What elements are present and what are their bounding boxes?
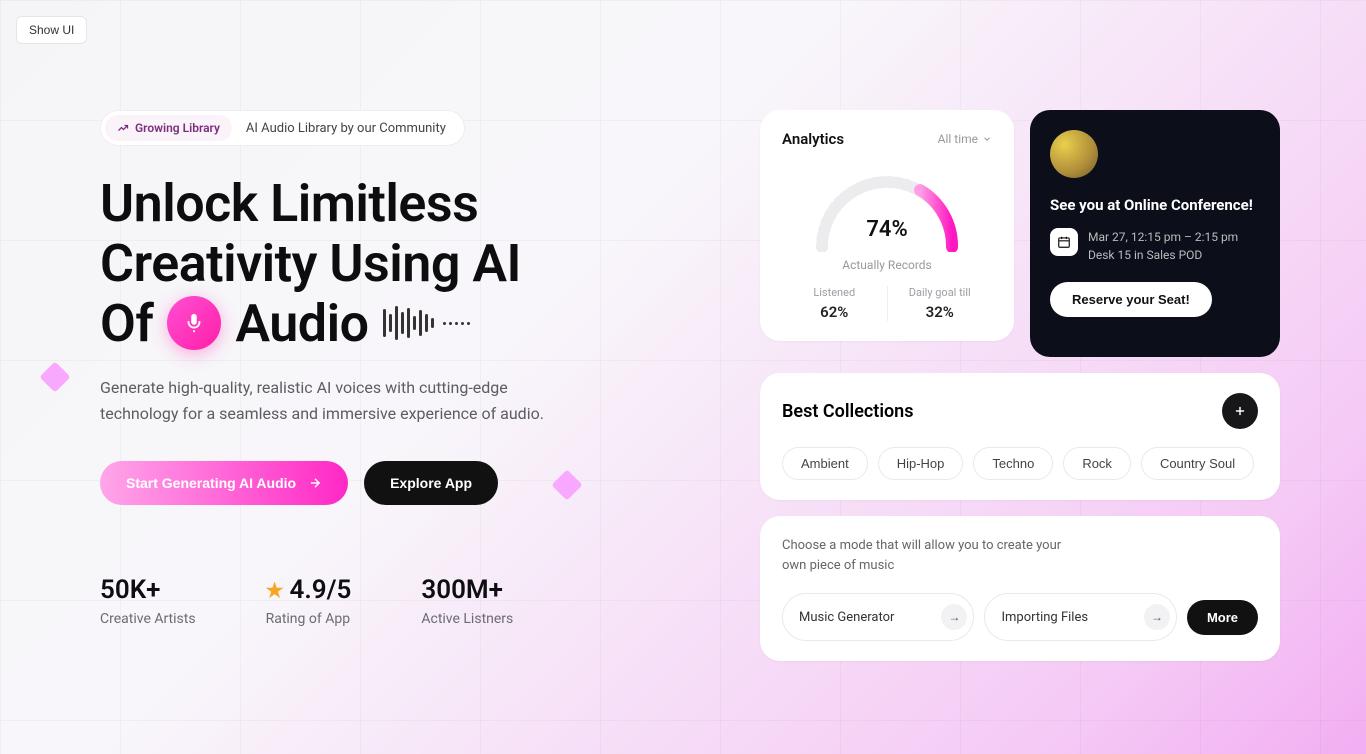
subtext: Generate high-quality, realistic AI voic… — [100, 375, 580, 426]
reserve-seat-button[interactable]: Reserve your Seat! — [1050, 282, 1212, 317]
decoration-diamond — [39, 361, 70, 392]
tag-techno[interactable]: Techno — [973, 447, 1053, 480]
calendar-icon — [1050, 228, 1078, 256]
stat-rating: ★4.9/5 Rating of App — [266, 575, 352, 627]
stat-listeners: 300M+ Active Listners — [421, 575, 513, 627]
mic-icon — [167, 296, 221, 350]
stat-artists: 50K+ Creative Artists — [100, 575, 196, 627]
show-ui-button[interactable]: Show UI — [16, 16, 87, 44]
collections-card: Best Collections Ambient Hip-Hop Techno … — [760, 373, 1280, 500]
chevron-down-icon — [982, 134, 992, 144]
mode-card: Choose a mode that will allow you to cre… — [760, 516, 1280, 661]
mode-music-generator[interactable]: Music Generator → — [782, 593, 974, 641]
arrow-right-icon: → — [941, 604, 967, 630]
conference-datetime: Mar 27, 12:15 pm – 2:15 pm — [1088, 228, 1238, 246]
more-modes-button[interactable]: More — [1187, 600, 1258, 635]
library-pill[interactable]: Growing Library AI Audio Library by our … — [100, 110, 465, 146]
conference-card: See you at Online Conference! Mar 27, 12… — [1030, 110, 1280, 357]
arrow-right-icon: → — [1144, 604, 1170, 630]
tag-country-soul[interactable]: Country Soul — [1141, 447, 1254, 480]
pill-text: AI Audio Library by our Community — [232, 121, 460, 136]
collections-title: Best Collections — [782, 401, 913, 422]
star-icon: ★ — [266, 578, 284, 602]
analytics-title: Analytics — [782, 130, 844, 148]
mini-stat-daily-goal: Daily goal till 32% — [887, 286, 993, 321]
analytics-card: Analytics All time 74% Actually Records — [760, 110, 1014, 341]
tag-ambient[interactable]: Ambient — [782, 447, 868, 480]
stats-row: 50K+ Creative Artists ★4.9/5 Rating of A… — [100, 575, 700, 627]
gauge-chart: 74% — [782, 160, 992, 252]
start-generating-button[interactable]: Start Generating AI Audio — [100, 461, 348, 505]
tag-hiphop[interactable]: Hip-Hop — [878, 447, 964, 480]
avatar — [1050, 130, 1098, 178]
pill-tag: Growing Library — [105, 115, 232, 141]
trend-icon — [117, 122, 129, 134]
explore-app-button[interactable]: Explore App — [364, 461, 498, 505]
arrow-right-icon — [308, 476, 322, 490]
mini-stat-listened: Listened 62% — [782, 286, 887, 321]
plus-icon — [1233, 404, 1247, 418]
page-headline: Unlock Limitless Creativity Using AI Of … — [100, 174, 700, 353]
mode-description: Choose a mode that will allow you to cre… — [782, 536, 1062, 575]
analytics-range-dropdown[interactable]: All time — [938, 132, 992, 146]
waveform-icon — [383, 306, 470, 340]
conference-title: See you at Online Conference! — [1050, 196, 1260, 214]
tag-rock[interactable]: Rock — [1063, 447, 1131, 480]
conference-location: Desk 15 in Sales POD — [1088, 246, 1238, 264]
mode-importing-files[interactable]: Importing Files → — [984, 593, 1176, 641]
gauge-label: Actually Records — [782, 258, 992, 272]
add-collection-button[interactable] — [1222, 393, 1258, 429]
